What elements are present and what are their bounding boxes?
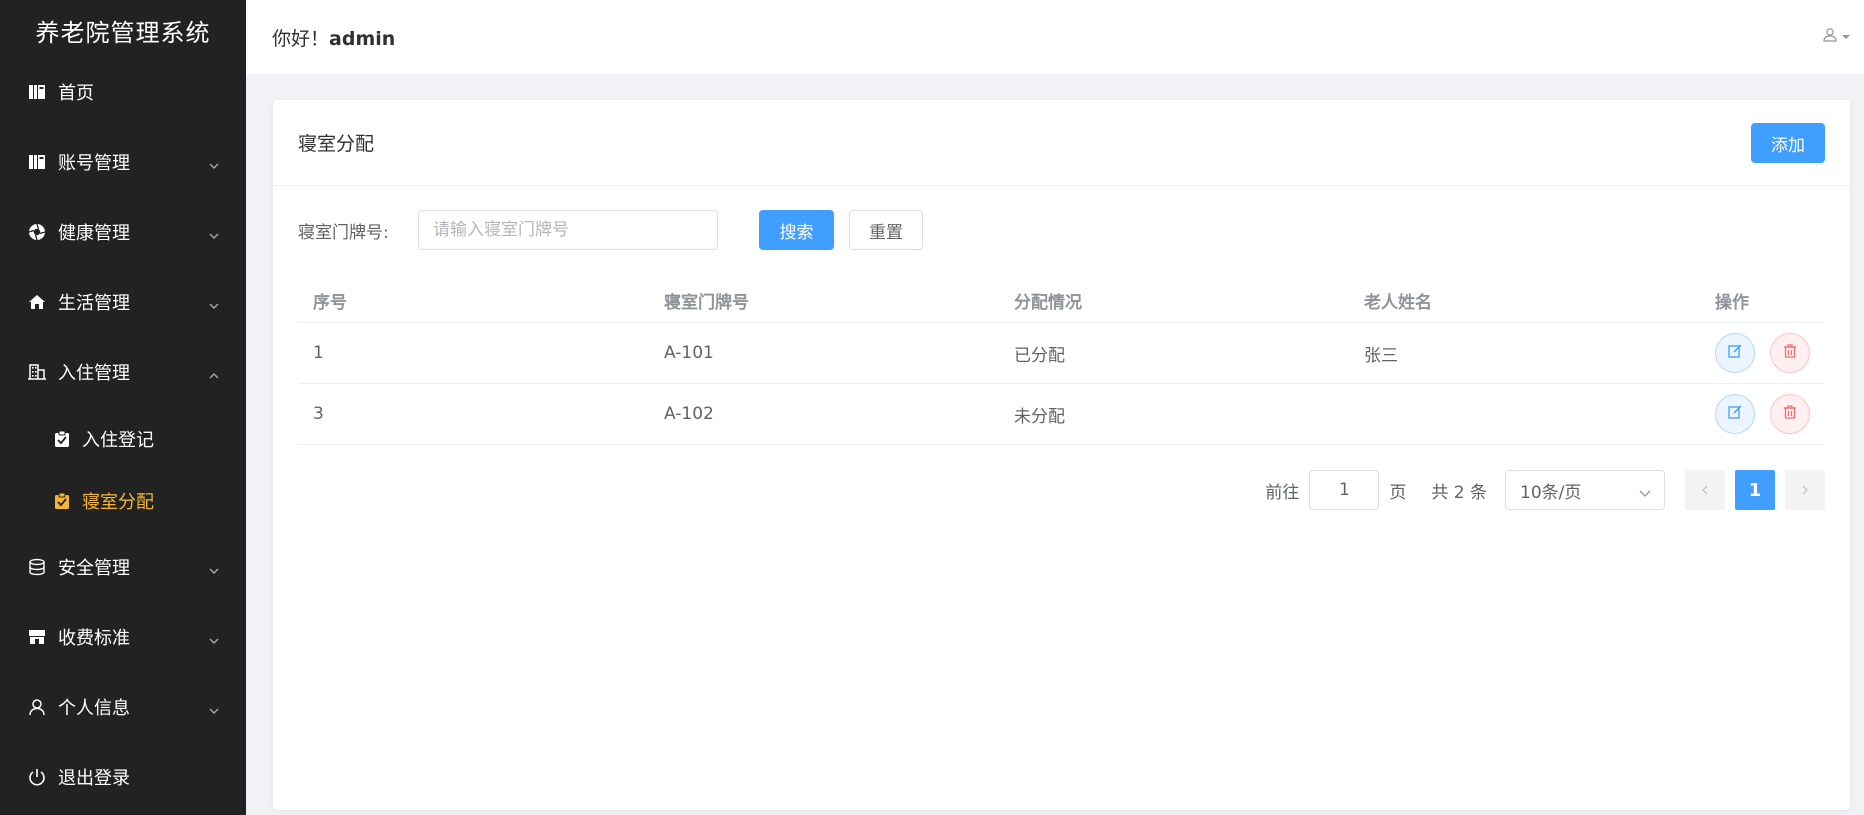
sidebar-item-label: 首页 (58, 83, 94, 104)
search-button[interactable]: 搜索 (759, 210, 834, 250)
sidebar: 养老院管理系统 首页 账号管理 健康管理 生活管理 入住管理 入住登记 寝室分配… (0, 0, 246, 815)
edit-button[interactable] (1715, 333, 1755, 373)
add-button[interactable]: 添加 (1751, 123, 1825, 163)
home-icon (26, 291, 48, 313)
page-size-value: 10条/页 (1520, 482, 1582, 503)
chevron-down-icon (208, 631, 220, 644)
sidebar-item-accounts[interactable]: 账号管理 (0, 137, 246, 187)
chevron-down-icon (208, 226, 220, 239)
table-cell: A-102 (664, 404, 714, 424)
current-page[interactable]: 1 (1735, 470, 1775, 510)
app-title: 养老院管理系统 (35, 18, 211, 47)
building-icon (26, 361, 48, 383)
column-header: 寝室门牌号 (664, 292, 749, 313)
delete-button[interactable] (1770, 333, 1810, 373)
sidebar-item-checkin[interactable]: 入住管理 (0, 347, 246, 397)
column-header: 操作 (1715, 292, 1749, 313)
sidebar-item-label: 入住管理 (58, 363, 130, 384)
pagination: 前往 页 共 2 条 10条/页 1 (1265, 470, 1825, 510)
row-actions (1715, 394, 1810, 434)
user-icon (1822, 26, 1840, 48)
goto-prefix: 前往 (1265, 482, 1300, 503)
sidebar-item-label: 寝室分配 (82, 492, 154, 513)
trash-icon (1782, 404, 1798, 424)
sidebar-item-label: 账号管理 (58, 153, 130, 174)
chevron-down-icon (208, 561, 220, 574)
user-icon (26, 696, 48, 718)
chevron-down-icon (208, 296, 220, 309)
next-page-button[interactable] (1785, 470, 1825, 510)
chevron-left-icon (1700, 480, 1710, 500)
sidebar-subitem-checkin-register[interactable]: 入住登记 (0, 414, 246, 464)
username: admin (329, 27, 396, 50)
edit-icon (1727, 404, 1743, 424)
top-header: 你好！admin (246, 0, 1864, 74)
table-row: 1 A-101 已分配 张三 (298, 323, 1825, 384)
clipboard-check-icon (52, 491, 72, 511)
prev-page-button[interactable] (1685, 470, 1725, 510)
edit-button[interactable] (1715, 394, 1755, 434)
room-table: 序号 寝室门牌号 分配情况 老人姓名 操作 1 A-101 已分配 张三 3 A… (298, 278, 1825, 445)
sidebar-item-label: 生活管理 (58, 293, 130, 314)
user-menu-dropdown[interactable] (1822, 26, 1852, 48)
power-icon (26, 766, 48, 788)
sidebar-item-fees[interactable]: 收费标准 (0, 612, 246, 662)
delete-button[interactable] (1770, 394, 1810, 434)
table-cell: 已分配 (1014, 345, 1065, 366)
aperture-icon (26, 221, 48, 243)
book-icon (26, 151, 48, 173)
column-header: 分配情况 (1014, 292, 1082, 313)
column-header: 序号 (313, 292, 347, 313)
caret-down-icon (1840, 28, 1852, 47)
table-header-row: 序号 寝室门牌号 分配情况 老人姓名 操作 (298, 278, 1825, 323)
sidebar-subitem-room-assign[interactable]: 寝室分配 (0, 476, 246, 526)
book-icon (26, 81, 48, 103)
sidebar-item-health[interactable]: 健康管理 (0, 207, 246, 257)
reset-button[interactable]: 重置 (849, 210, 923, 250)
goto-page-input[interactable] (1309, 470, 1380, 510)
table-cell: 张三 (1364, 345, 1398, 366)
search-label: 寝室门牌号: (298, 222, 389, 243)
sidebar-item-label: 健康管理 (58, 223, 130, 244)
sidebar-item-home[interactable]: 首页 (0, 67, 246, 117)
table-row: 3 A-102 未分配 (298, 384, 1825, 445)
table-cell: A-101 (664, 343, 714, 363)
card-header: 寝室分配 添加 (273, 100, 1850, 186)
chevron-right-icon (1800, 480, 1810, 500)
greeting: 你好！admin (272, 24, 395, 51)
table-cell: 3 (313, 404, 324, 424)
database-icon (26, 556, 48, 578)
trash-icon (1782, 343, 1798, 363)
clipboard-check-icon (52, 429, 72, 449)
sidebar-item-profile[interactable]: 个人信息 (0, 682, 246, 732)
greeting-text: 你好！ (272, 27, 330, 50)
sidebar-item-label: 退出登录 (58, 768, 130, 789)
table-cell: 未分配 (1014, 406, 1065, 427)
chevron-down-icon (208, 701, 220, 714)
table-cell: 1 (313, 343, 324, 363)
column-header: 老人姓名 (1364, 292, 1432, 313)
total-count: 共 2 条 (1431, 482, 1487, 503)
page-title: 寝室分配 (298, 133, 375, 155)
shop-icon (26, 626, 48, 648)
edit-icon (1727, 343, 1743, 363)
goto-suffix: 页 (1389, 482, 1407, 503)
row-actions (1715, 333, 1810, 373)
chevron-down-icon (1638, 485, 1652, 505)
search-row: 寝室门牌号: 搜索 重置 (298, 210, 923, 250)
sidebar-item-safety[interactable]: 安全管理 (0, 542, 246, 592)
sidebar-item-label: 个人信息 (58, 698, 130, 719)
chevron-up-icon (208, 366, 220, 379)
page-size-select[interactable]: 10条/页 (1505, 470, 1665, 510)
sidebar-item-logout[interactable]: 退出登录 (0, 752, 246, 802)
sidebar-item-label: 入住登记 (82, 430, 154, 451)
room-assign-card: 寝室分配 添加 寝室门牌号: 搜索 重置 序号 寝室门牌号 分配情况 老人姓名 … (273, 100, 1850, 810)
sidebar-item-life[interactable]: 生活管理 (0, 277, 246, 327)
chevron-down-icon (208, 156, 220, 169)
sidebar-item-label: 安全管理 (58, 558, 130, 579)
sidebar-item-label: 收费标准 (58, 628, 130, 649)
room-number-search-input[interactable] (418, 210, 718, 250)
